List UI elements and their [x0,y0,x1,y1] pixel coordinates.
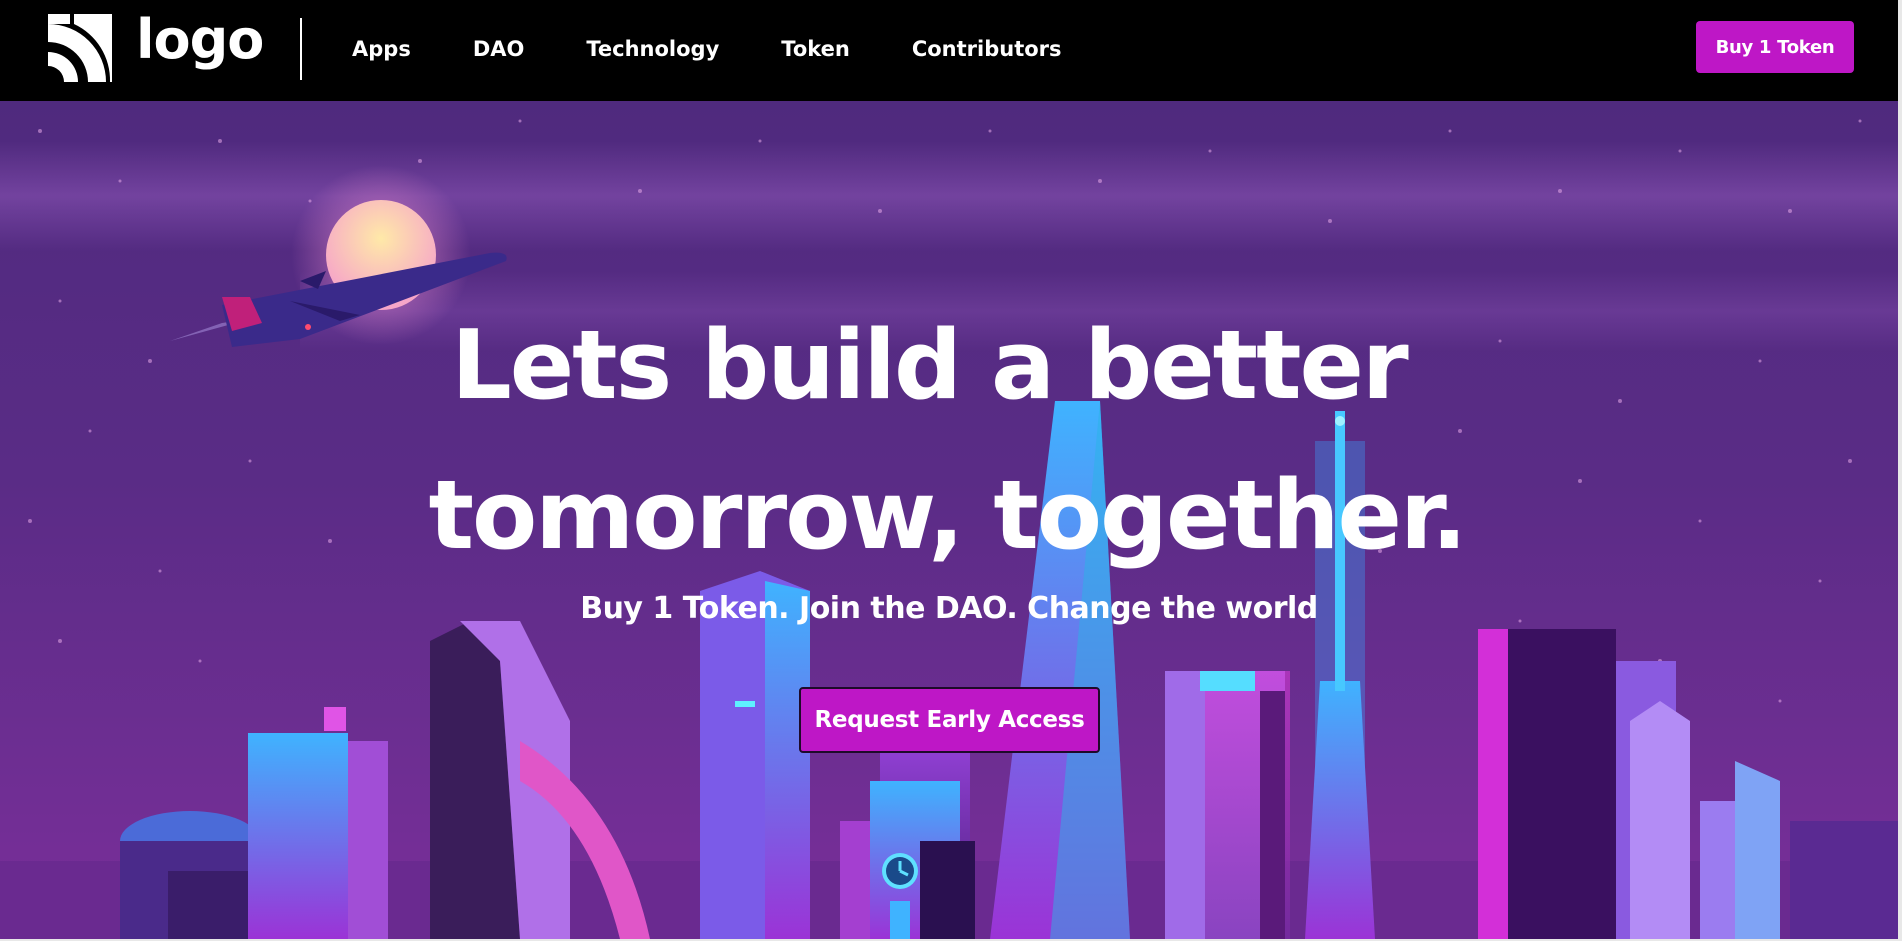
nav-divider [300,18,302,80]
logo-mark-icon [48,14,112,82]
nav-link-token[interactable]: Token [781,37,850,61]
site-logo[interactable]: logo [42,8,264,82]
buy-token-button[interactable]: Buy 1 Token [1696,21,1854,73]
hero-headline-line1: Lets build a better [451,311,1409,421]
top-navbar: logo Apps DAO Technology Token Contribut… [0,0,1902,101]
clock-icon [886,857,914,885]
hero-subheadline: Buy 1 Token. Join the DAO. Change the wo… [580,591,1318,626]
nav-link-apps[interactable]: Apps [352,37,411,61]
hero-section: Lets build a better tomorrow, together. … [0,101,1898,939]
main-nav: Apps DAO Technology Token Contributors [352,0,1124,97]
request-early-access-button[interactable]: Request Early Access [799,687,1100,753]
page-edge-right [1898,0,1902,941]
hero-headline-line2: tomorrow, together. [428,461,1468,571]
nav-link-contributors[interactable]: Contributors [912,37,1062,61]
nav-link-dao[interactable]: DAO [473,37,525,61]
logo-text: logo [136,8,264,71]
nav-link-technology[interactable]: Technology [586,37,719,61]
